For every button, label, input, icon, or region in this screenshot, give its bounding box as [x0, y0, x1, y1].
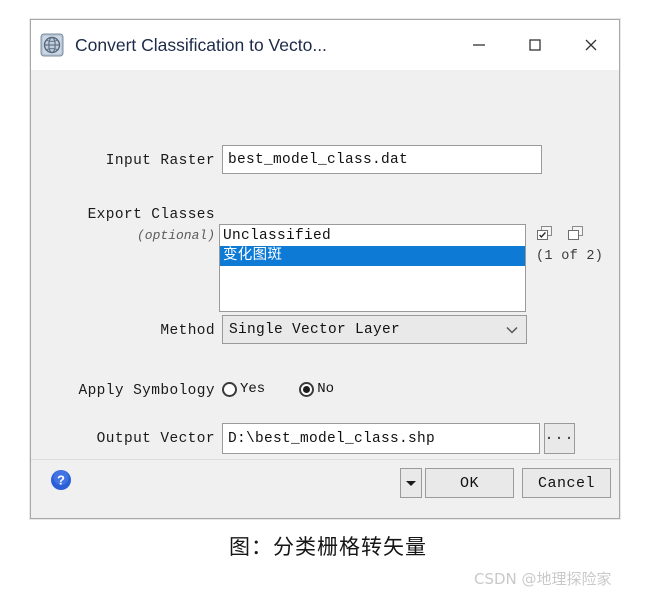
clear-selection-icon[interactable] [567, 225, 586, 242]
help-question-icon[interactable]: ? [50, 469, 72, 491]
watermark: CSDN @地理探险家 [474, 570, 612, 588]
cancel-button[interactable]: Cancel [522, 468, 611, 498]
close-icon [585, 39, 597, 51]
radio-circle-selected-icon [299, 381, 315, 397]
method-value: Single Vector Layer [229, 321, 401, 338]
export-classes-listbox[interactable]: Unclassified 变化图斑 [219, 224, 526, 312]
radio-no-label: No [317, 381, 335, 397]
radio-yes-label: Yes [240, 381, 266, 397]
select-all-icon[interactable] [536, 225, 555, 242]
radio-circle-icon [222, 381, 237, 397]
output-vector-label: Output Vector [96, 431, 215, 447]
close-button[interactable] [563, 20, 619, 70]
footer-divider [31, 459, 619, 460]
input-raster-field[interactable]: best_model_class.dat [222, 145, 542, 174]
list-item[interactable]: Unclassified [220, 226, 525, 246]
maximize-icon [529, 39, 541, 51]
chevron-down-icon [498, 325, 526, 335]
apply-symbology-label: Apply Symbology [78, 383, 215, 399]
list-item[interactable]: 变化图斑 [220, 246, 525, 266]
window-title: Convert Classification to Vecto... [75, 34, 327, 55]
ok-button[interactable]: OK [425, 468, 514, 498]
output-vector-field[interactable]: D:\best_model_class.shp [222, 423, 540, 454]
input-raster-label: Input Raster [105, 153, 215, 169]
maximize-button[interactable] [507, 20, 563, 70]
svg-text:?: ? [57, 473, 65, 488]
window-controls [451, 20, 619, 70]
convert-classification-dialog: Convert Classification to Vecto... Input [30, 19, 620, 519]
method-dropdown[interactable]: Single Vector Layer [222, 315, 527, 344]
selection-count: (1 of 2) [536, 249, 604, 264]
dialog-body: Input Raster best_model_class.dat Export… [31, 70, 619, 518]
envi-globe-icon [39, 32, 65, 58]
export-classes-sublabel: (optional) [136, 228, 215, 243]
triangle-down-icon [406, 481, 416, 486]
options-dropdown-button[interactable] [400, 468, 422, 498]
radio-yes[interactable]: Yes [222, 381, 265, 397]
export-classes-label: Export Classes [87, 207, 215, 223]
browse-button[interactable]: ... [544, 423, 575, 454]
minimize-button[interactable] [451, 20, 507, 70]
method-label: Method [160, 323, 215, 339]
title-bar[interactable]: Convert Classification to Vecto... [31, 20, 619, 70]
listbox-tools: (1 of 2) [536, 225, 603, 264]
radio-no[interactable]: No [299, 381, 334, 397]
figure-caption: 图：分类栅格转矢量 [229, 535, 427, 559]
minimize-icon [473, 44, 485, 46]
apply-symbology-radios: Yes No [222, 381, 368, 397]
